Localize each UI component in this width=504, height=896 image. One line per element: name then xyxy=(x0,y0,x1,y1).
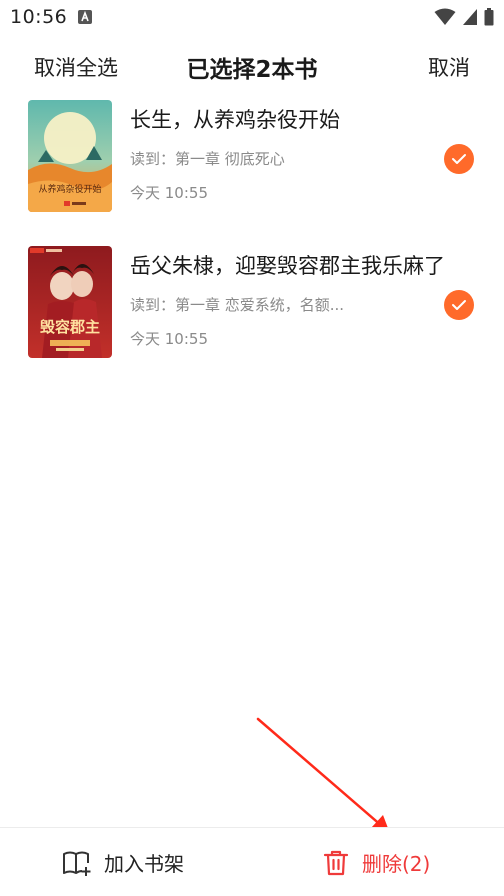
status-bar: 10:56 xyxy=(0,0,504,36)
book-progress: 读到：第一章 恋爱系统，名额... xyxy=(130,296,345,314)
book-last-read-time: 今天 10:55 xyxy=(130,184,208,202)
book-cover: 从养鸡杂役开始 xyxy=(28,100,112,212)
book-item[interactable]: 毁容郡主 岳父朱棣，迎娶毁容郡主我乐麻了 读到：第一章 恋爱系统，名额... 今… xyxy=(0,246,504,364)
notification-a-icon xyxy=(78,10,92,24)
book-last-read-time: 今天 10:55 xyxy=(130,330,208,348)
book-title: 岳父朱棣，迎娶毁容郡主我乐麻了 xyxy=(130,254,445,278)
book-cover: 毁容郡主 xyxy=(28,246,112,358)
cancel-button[interactable]: 取消 xyxy=(428,52,470,82)
cover-text: 从养鸡杂役开始 xyxy=(38,183,101,195)
trash-icon xyxy=(323,850,349,875)
header: 取消全选 已选择2本书 取消 xyxy=(0,42,504,90)
book-cover-art: 毁容郡主 xyxy=(28,246,112,358)
wifi-icon xyxy=(434,8,456,25)
delete-label: 删除(2) xyxy=(362,852,431,876)
deselect-all-button[interactable]: 取消全选 xyxy=(34,52,118,82)
status-time: 10:56 xyxy=(10,6,68,28)
book-title: 长生，从养鸡杂役开始 xyxy=(130,108,340,132)
bottom-action-bar: 加入书架 删除(2) xyxy=(0,827,504,896)
book-item[interactable]: 从养鸡杂役开始 长生，从养鸡杂役开始 读到：第一章 彻底死心 今天 10:55 xyxy=(0,100,504,218)
add-to-shelf-label: 加入书架 xyxy=(104,852,184,876)
add-to-shelf-button[interactable]: 加入书架 xyxy=(62,828,184,896)
delete-button[interactable]: 删除(2) xyxy=(322,828,430,896)
selected-check-icon[interactable] xyxy=(444,144,474,174)
status-icons xyxy=(434,8,494,26)
screen: 10:56 取消全选 已选择2本书 取消 从养鸡杂役开始 长生，从养鸡杂役开始 … xyxy=(0,0,504,896)
signal-icon xyxy=(463,9,477,25)
book-add-icon xyxy=(63,851,91,876)
battery-icon xyxy=(484,8,494,26)
cover-text: 毁容郡主 xyxy=(40,318,100,336)
book-progress: 读到：第一章 彻底死心 xyxy=(130,150,285,168)
book-cover-art: 从养鸡杂役开始 xyxy=(28,100,112,212)
selected-check-icon[interactable] xyxy=(444,290,474,320)
